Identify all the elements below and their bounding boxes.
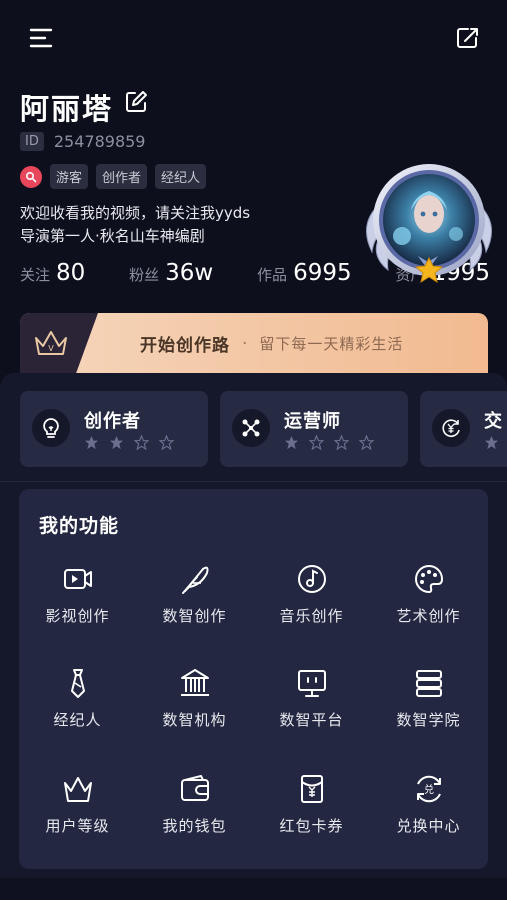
bio-line-2: 导演第一人·秋名山车神编剧 bbox=[20, 227, 205, 245]
books-icon bbox=[415, 670, 442, 697]
exchange-icon: 兑 bbox=[416, 775, 441, 803]
role-stars bbox=[84, 435, 184, 450]
stat-label: 作品 bbox=[257, 266, 288, 284]
banner-subtitle: 留下每一天精彩生活 bbox=[259, 335, 404, 353]
func-label: 兑换中心 bbox=[396, 817, 461, 835]
func-label: 音乐创作 bbox=[279, 607, 344, 625]
func-art-creation[interactable]: 艺术创作 bbox=[370, 561, 487, 641]
func-label: 数智创作 bbox=[162, 607, 227, 625]
star-filled-icon bbox=[484, 435, 499, 450]
start-creating-banner[interactable]: V 开始创作路 · 留下每一天精彩生活 bbox=[20, 313, 488, 373]
func-label: 经纪人 bbox=[53, 711, 102, 729]
user-id-row: ID 254789859 bbox=[20, 132, 145, 151]
func-label: 我的钱包 bbox=[162, 817, 227, 835]
stat-fans[interactable]: 粉丝 36w bbox=[129, 260, 213, 286]
func-label: 红包卡券 bbox=[279, 817, 344, 835]
star-filled-icon bbox=[284, 435, 299, 450]
func-label: 数智学院 bbox=[396, 711, 461, 729]
star-empty-icon bbox=[134, 435, 149, 450]
star-empty-icon bbox=[334, 435, 349, 450]
tie-icon bbox=[70, 669, 85, 698]
edit-icon[interactable] bbox=[124, 90, 148, 114]
my-functions-panel: 我的功能 影视创作 数智创作 音乐创作 艺术创作 经纪人 数智机构 数智平台 数… bbox=[19, 489, 488, 869]
music-icon bbox=[297, 565, 326, 593]
tag-creator[interactable]: 创作者 bbox=[96, 164, 148, 189]
func-red-packet[interactable]: 红包卡券 bbox=[253, 771, 370, 851]
bio-line-1: 欢迎收看我的视频，请关注我yyds bbox=[20, 204, 251, 222]
func-digital-platform[interactable]: 数智平台 bbox=[253, 665, 370, 745]
divider bbox=[0, 481, 507, 482]
feather-icon bbox=[181, 566, 208, 594]
func-label: 数智机构 bbox=[162, 711, 227, 729]
content-sheet: 创作者 运营师 交 我的功能 影视创作 数智创作 音乐创作 艺术创作 经纪人 数… bbox=[0, 373, 507, 900]
role-cards[interactable]: 创作者 运营师 交 bbox=[20, 391, 507, 467]
user-tags: 游客 创作者 经纪人 bbox=[20, 164, 214, 189]
palette-icon bbox=[414, 564, 443, 594]
func-digital-academy[interactable]: 数智学院 bbox=[370, 665, 487, 745]
share-icon[interactable] bbox=[455, 26, 481, 50]
role-card-operator[interactable]: 运营师 bbox=[220, 391, 408, 467]
star-filled-icon bbox=[109, 435, 124, 450]
star-filled-icon bbox=[84, 435, 99, 450]
menu-icon[interactable] bbox=[28, 26, 54, 50]
top-bar bbox=[0, 0, 507, 80]
profile-section: 阿丽塔 ID 254789859 游客 创作者 经纪人 欢迎收看我的视频，请关注… bbox=[0, 80, 507, 310]
lightbulb-icon bbox=[32, 409, 70, 447]
stat-works[interactable]: 作品 6995 bbox=[257, 260, 352, 286]
vip-crown-icon: V bbox=[20, 313, 98, 373]
func-film-creation[interactable]: 影视创作 bbox=[19, 561, 136, 641]
video-icon bbox=[63, 569, 92, 589]
functions-title: 我的功能 bbox=[39, 515, 120, 537]
stat-value: 36w bbox=[165, 260, 214, 286]
func-music-creation[interactable]: 音乐创作 bbox=[253, 561, 370, 641]
star-empty-icon bbox=[309, 435, 324, 450]
stat-value: 6995 bbox=[293, 260, 352, 286]
crown-icon bbox=[63, 777, 92, 802]
role-name: 交 bbox=[484, 411, 503, 432]
id-value: 254789859 bbox=[53, 132, 146, 151]
tag-agent[interactable]: 经纪人 bbox=[155, 164, 207, 189]
role-stars bbox=[284, 435, 384, 450]
vip-badge: V bbox=[48, 344, 54, 353]
search-badge-icon bbox=[20, 165, 42, 188]
tag-visitor[interactable]: 游客 bbox=[50, 164, 89, 189]
func-label: 数智平台 bbox=[279, 711, 344, 729]
banner-text: 开始创作路 · 留下每一天精彩生活 bbox=[140, 331, 404, 357]
func-exchange-center[interactable]: 兑 兑换中心 bbox=[370, 771, 487, 851]
stat-following[interactable]: 关注 80 bbox=[20, 260, 85, 286]
stat-label: 关注 bbox=[20, 266, 51, 284]
yuan-cycle-icon bbox=[432, 409, 470, 447]
stat-label: 粉丝 bbox=[129, 266, 160, 284]
func-label: 艺术创作 bbox=[396, 607, 461, 625]
stat-value: 80 bbox=[56, 260, 86, 286]
bottom-strip bbox=[0, 878, 507, 900]
role-card-creator[interactable]: 创作者 bbox=[20, 391, 208, 467]
wallet-icon bbox=[180, 775, 209, 801]
monitor-icon bbox=[297, 670, 326, 697]
user-bio: 欢迎收看我的视频，请关注我yyds 导演第一人·秋名山车神编剧 bbox=[20, 202, 250, 248]
func-digital-institution[interactable]: 数智机构 bbox=[136, 665, 253, 745]
role-stars bbox=[484, 435, 507, 450]
role-card-trader[interactable]: 交 bbox=[420, 391, 507, 467]
role-name: 运营师 bbox=[284, 411, 341, 432]
banner-separator: · bbox=[242, 333, 248, 354]
func-label: 影视创作 bbox=[45, 607, 110, 625]
avatar[interactable] bbox=[358, 158, 500, 288]
func-my-wallet[interactable]: 我的钱包 bbox=[136, 771, 253, 851]
func-label: 用户等级 bbox=[45, 817, 110, 835]
red-packet-icon bbox=[300, 775, 323, 803]
func-digital-creation[interactable]: 数智创作 bbox=[136, 561, 253, 641]
func-user-level[interactable]: 用户等级 bbox=[19, 771, 136, 851]
network-icon bbox=[232, 409, 270, 447]
star-empty-icon bbox=[159, 435, 174, 450]
banner-title: 开始创作路 bbox=[140, 336, 230, 356]
institution-icon bbox=[180, 669, 209, 696]
id-label: ID bbox=[20, 132, 44, 151]
func-agent[interactable]: 经纪人 bbox=[19, 665, 136, 745]
user-name: 阿丽塔 bbox=[20, 92, 114, 126]
star-empty-icon bbox=[359, 435, 374, 450]
svg-text:兑: 兑 bbox=[424, 783, 434, 796]
avatar-frame-icon bbox=[366, 164, 492, 284]
role-name: 创作者 bbox=[84, 411, 141, 432]
